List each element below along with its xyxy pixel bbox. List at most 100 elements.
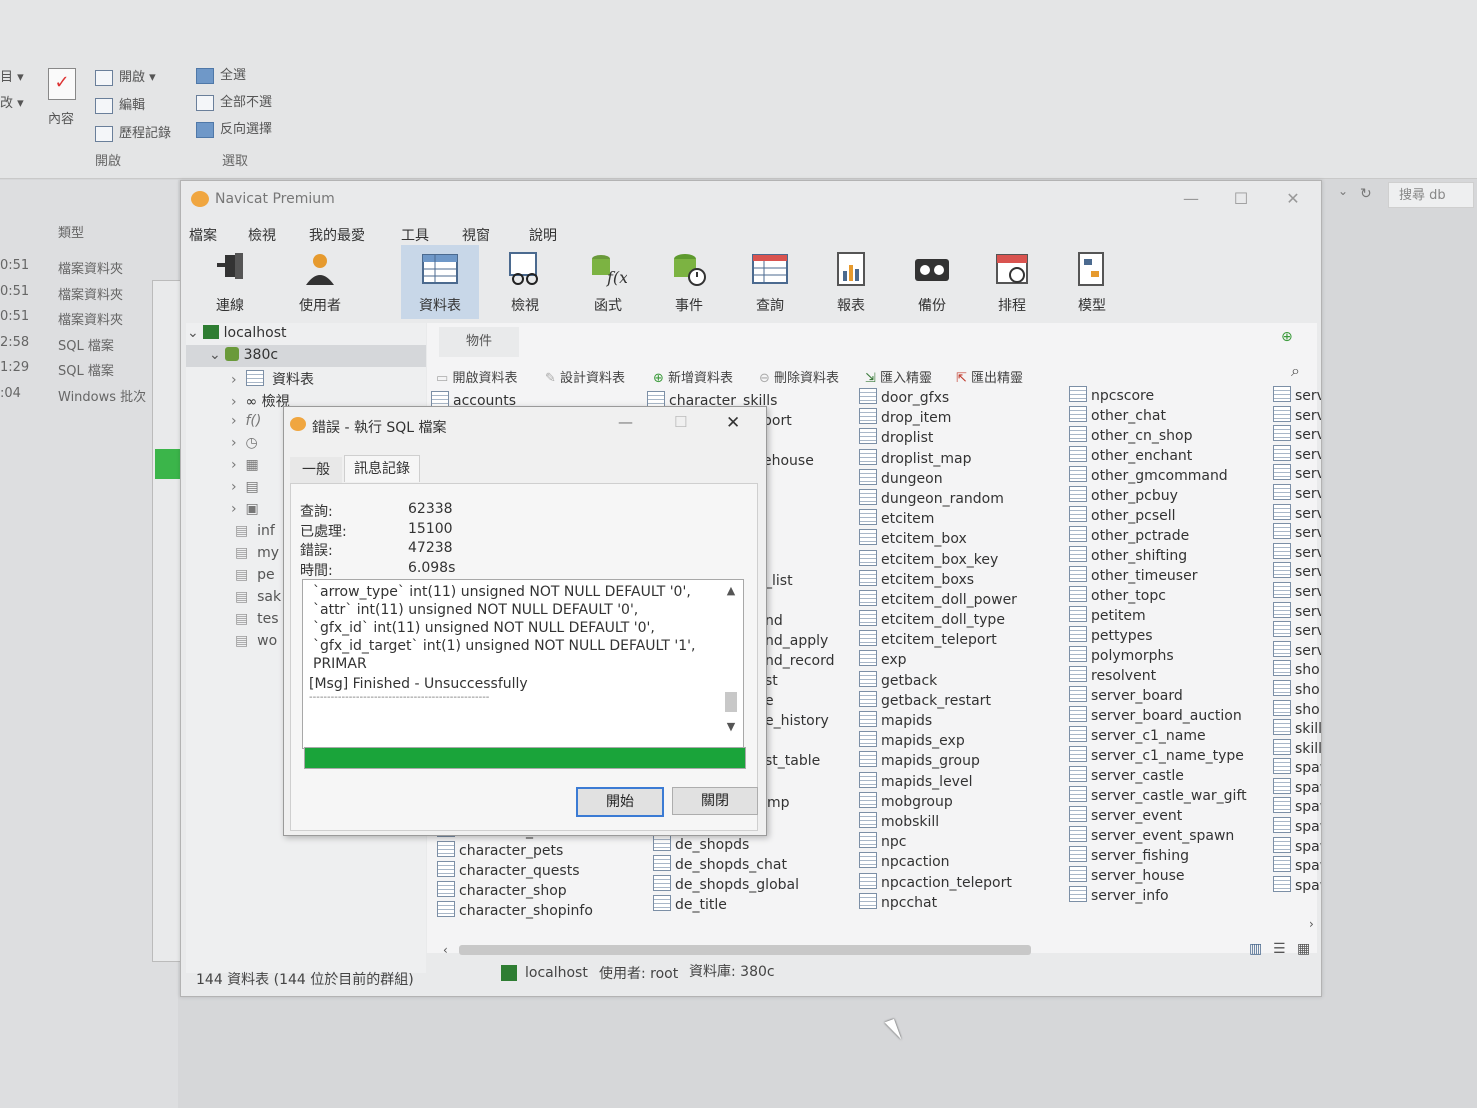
toolbar-backup-button[interactable]: 備份 — [893, 245, 971, 319]
table-item-partial[interactable]: _list — [765, 571, 793, 591]
table-item[interactable]: server_house — [1069, 866, 1247, 886]
table-item[interactable]: shop — [1273, 660, 1321, 680]
ribbon-content-label[interactable]: 內容 — [48, 108, 74, 127]
ribbon-open-button[interactable]: 開啟 ▾ — [95, 66, 156, 86]
table-item[interactable]: server_castle_war_gift — [1069, 786, 1247, 806]
list-view-icon[interactable]: ☰ — [1273, 941, 1286, 957]
table-item[interactable]: de_shopds_global — [653, 875, 799, 895]
menu-tools[interactable]: 工具 — [401, 225, 429, 245]
table-item[interactable]: character_shopinfo — [437, 901, 593, 921]
tab-objects[interactable]: 物件 — [439, 327, 519, 357]
table-item[interactable]: etcitem_boxs — [859, 569, 1017, 590]
table-item[interactable]: character_quests — [437, 861, 593, 881]
minimize-icon[interactable]: — — [1176, 189, 1206, 209]
table-item[interactable]: dungeon — [859, 468, 1017, 489]
type-column-header[interactable]: 類型 — [58, 222, 84, 241]
table-item[interactable]: shop — [1273, 699, 1321, 720]
tab-message-log[interactable]: 訊息記錄 — [344, 455, 420, 482]
tab-general[interactable]: 一般 — [290, 457, 342, 483]
table-item[interactable]: droplist — [859, 428, 1017, 448]
table-item[interactable]: etcitem_doll_type — [859, 610, 1017, 630]
table-item[interactable]: resolvent — [1069, 666, 1247, 686]
explorer-row[interactable]: :04 Windows 批次 — [0, 386, 160, 412]
table-item[interactable]: exp — [859, 650, 1017, 670]
toolbar-schedule-button[interactable]: 排程 — [973, 245, 1051, 319]
table-item[interactable]: door_gfxs — [859, 388, 1017, 408]
horizontal-scrollbar[interactable] — [459, 945, 1031, 955]
table-item[interactable]: etcitem_doll_power — [859, 589, 1017, 610]
table-item[interactable]: server_castle — [1069, 766, 1247, 786]
table-item[interactable]: pettypes — [1069, 626, 1247, 646]
table-item[interactable]: serve — [1273, 562, 1321, 582]
tree-db-other[interactable]: ▤ inf — [235, 523, 275, 539]
table-item[interactable]: spaw — [1273, 875, 1321, 896]
table-item[interactable]: character_shop — [437, 881, 593, 901]
table-item[interactable]: other_pctrade — [1069, 526, 1247, 546]
toolbar-connection-button[interactable]: 連線 — [191, 245, 269, 319]
toolbar-model-button[interactable]: 模型 — [1053, 245, 1131, 319]
close-icon[interactable]: ✕ — [1278, 189, 1308, 209]
toolbar-user-button[interactable]: 使用者 — [281, 245, 359, 319]
table-item[interactable]: getback_restart — [859, 690, 1017, 711]
ribbon-edit-button[interactable]: 編輯 — [95, 94, 145, 114]
toolbar-report-button[interactable]: 報表 — [812, 245, 890, 319]
table-item[interactable]: serve — [1273, 464, 1321, 484]
table-item[interactable]: server_board — [1069, 686, 1247, 706]
toolbar-table-button[interactable]: 資料表 — [401, 245, 479, 319]
table-item[interactable]: shop — [1273, 679, 1321, 700]
design-table-button[interactable]: ✎ 設計資料表 — [545, 367, 625, 386]
tree-node-events[interactable]: › ◷ — [231, 435, 258, 451]
table-item[interactable]: skills — [1273, 719, 1321, 739]
table-item-partial[interactable]: nd_apply — [765, 631, 828, 651]
table-item[interactable]: serve — [1273, 581, 1321, 602]
start-button[interactable]: 開始 — [576, 787, 664, 817]
table-item[interactable]: spaw — [1273, 817, 1321, 837]
new-table-button[interactable]: ⊕ 新增資料表 — [653, 367, 733, 386]
explorer-row[interactable]: 0:51 檔案資料夾 — [0, 309, 160, 335]
close-button[interactable]: 關閉 — [672, 787, 758, 815]
table-item[interactable]: server_c1_name_type — [1069, 746, 1247, 766]
ribbon-select-all-button[interactable]: 全選 — [196, 64, 246, 84]
table-item[interactable]: npcaction — [859, 852, 1017, 872]
scroll-right-icon[interactable]: › — [1309, 917, 1321, 931]
table-item[interactable]: serve — [1273, 523, 1321, 543]
table-item-partial[interactable]: nd_record — [765, 651, 834, 671]
table-item[interactable]: serve — [1273, 425, 1321, 445]
table-item[interactable]: npcchat — [859, 892, 1017, 913]
table-item[interactable]: etcitem_box_key — [859, 549, 1017, 570]
table-item[interactable]: other_gmcommand — [1069, 466, 1247, 486]
table-item[interactable]: server_event — [1069, 806, 1247, 826]
table-item[interactable]: serve — [1273, 503, 1321, 524]
toolbar-function-button[interactable]: f(x) 函式 — [569, 245, 647, 319]
table-item[interactable]: other_pcsell — [1069, 506, 1247, 526]
scroll-left-icon[interactable]: ‹ — [443, 943, 455, 957]
tree-node-backups[interactable]: › ▣ — [231, 501, 259, 517]
detail-view-icon[interactable]: ▦ — [1297, 941, 1310, 957]
new-tab-icon[interactable]: ⊕ — [1281, 329, 1301, 349]
tree-db-other[interactable]: ▤ sak — [235, 589, 281, 605]
table-item[interactable]: serve — [1273, 405, 1321, 426]
table-item[interactable]: serve — [1273, 444, 1321, 465]
table-item[interactable]: server_info — [1069, 886, 1247, 906]
table-item[interactable]: spaw — [1273, 777, 1321, 798]
table-item[interactable]: skills — [1273, 738, 1321, 759]
table-item[interactable]: de_title — [653, 895, 799, 915]
toolbar-event-button[interactable]: 事件 — [650, 245, 728, 319]
tree-db-other[interactable]: ▤ tes — [235, 611, 279, 627]
tree-connection-localhost[interactable]: ⌄ localhost — [187, 325, 286, 341]
table-item[interactable]: other_pcbuy — [1069, 486, 1247, 506]
table-item[interactable]: getback — [859, 670, 1017, 691]
menu-window[interactable]: 視窗 — [462, 225, 490, 245]
table-item[interactable]: server_event_spawn — [1069, 826, 1247, 846]
table-item[interactable]: droplist_map — [859, 448, 1017, 469]
scroll-up-icon[interactable]: ▲ — [723, 584, 739, 597]
table-item[interactable]: mapids_level — [859, 771, 1017, 792]
table-item-partial[interactable]: st_table — [765, 751, 820, 771]
tree-node-reports[interactable]: › ▤ — [231, 479, 259, 495]
properties-icon[interactable]: ✓ — [48, 68, 76, 100]
delete-table-button[interactable]: ⊖ 刪除資料表 — [759, 367, 839, 386]
maximize-icon[interactable]: ☐ — [1226, 189, 1256, 209]
close-icon[interactable]: ✕ — [726, 413, 740, 433]
table-item[interactable]: etcitem_box — [859, 529, 1017, 549]
explorer-row[interactable]: 0:51 檔案資料夾 — [0, 258, 160, 284]
